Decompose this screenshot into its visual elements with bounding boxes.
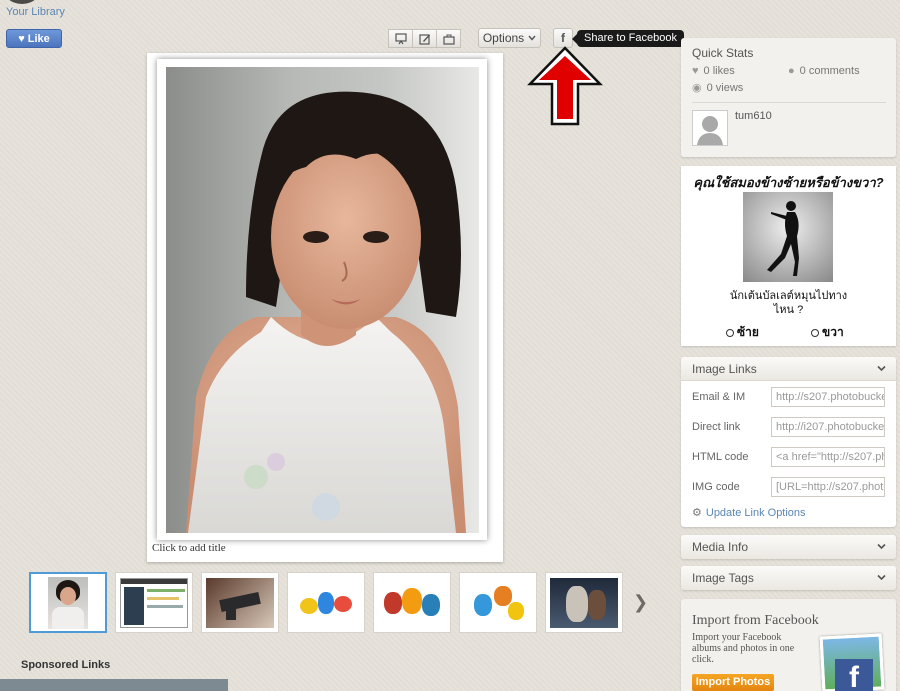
options-label: Options — [482, 31, 525, 45]
ad-option-left-label: ซ้าย — [737, 325, 759, 339]
thumbnail-2[interactable] — [115, 572, 193, 633]
main-photo[interactable] — [166, 67, 479, 533]
chevron-down-icon — [528, 35, 536, 41]
share-facebook-button[interactable]: f — [553, 28, 573, 48]
thumbnail-image — [206, 577, 274, 628]
import-facebook-title: Import from Facebook — [692, 613, 819, 628]
media-info-title: Media Info — [692, 540, 749, 554]
quick-stats-title: Quick Stats — [692, 46, 754, 60]
like-button[interactable]: ♥ Like — [6, 29, 62, 48]
sponsored-links-heading: Sponsored Links — [21, 659, 111, 671]
image-links-title: Image Links — [692, 362, 757, 376]
media-info-panel[interactable]: Media Info — [681, 535, 896, 559]
likes-count: 0 likes — [703, 65, 735, 77]
thumbnail-4[interactable] — [287, 572, 365, 633]
thumbnail-image — [550, 577, 618, 628]
update-link-options[interactable]: ⚙ Update Link Options — [692, 506, 806, 520]
comments-count: 0 comments — [799, 65, 860, 77]
photo-frame — [157, 59, 487, 540]
edit-button[interactable] — [412, 29, 437, 48]
comments-stat: ● 0 comments — [788, 65, 860, 77]
quick-stats-panel: Quick Stats ♥ 0 likes ● 0 comments ◉ 0 v… — [681, 38, 896, 157]
update-link-options-label: Update Link Options — [705, 506, 806, 519]
comment-icon: ● — [788, 65, 795, 77]
radio-icon — [811, 328, 819, 337]
import-facebook-description: Import your Facebook albums and photos i… — [692, 632, 795, 665]
heart-icon: ♥ — [692, 65, 699, 77]
dancer-silhouette-icon — [767, 201, 799, 276]
chevron-down-icon — [877, 574, 886, 581]
image-tags-title: Image Tags — [692, 571, 754, 585]
library-avatar[interactable] — [0, 0, 44, 4]
options-dropdown[interactable]: Options — [478, 28, 541, 48]
briefcase-icon — [442, 34, 455, 45]
thumbnail-image — [120, 577, 188, 628]
user-silhouette-icon — [697, 116, 723, 145]
thumbnail-strip — [29, 572, 623, 633]
html-code-field[interactable]: <a href="http://s207.ph — [771, 447, 885, 467]
image-tool-group — [388, 29, 461, 48]
views-count: 0 views — [706, 81, 744, 94]
thumbnail-5[interactable] — [373, 572, 451, 633]
ad-question: นักเต้นบัลเลต์หมุนไปทางไหน ? — [729, 290, 848, 316]
ad-option-left[interactable]: ซ้าย — [726, 323, 759, 342]
red-arrow-annotation — [527, 46, 603, 126]
thumbnail-image — [48, 576, 88, 629]
ad-image — [743, 192, 833, 282]
slideshow-icon — [394, 32, 407, 44]
edit-icon — [418, 33, 430, 45]
thumbnail-image — [292, 577, 360, 628]
direct-link-label: Direct link — [692, 421, 741, 433]
share-facebook-tooltip: Share to Facebook — [572, 30, 684, 47]
radio-icon — [726, 328, 734, 337]
photo-illustration — [186, 91, 466, 533]
likes-stat: ♥ 0 likes — [692, 65, 735, 77]
ad-option-right-label: ขวา — [822, 325, 844, 339]
username-link[interactable]: tum610 — [735, 110, 772, 122]
email-im-field[interactable]: http://s207.photobucket — [771, 387, 885, 407]
image-tags-panel[interactable]: Image Tags — [681, 566, 896, 590]
views-stat: ◉ 0 views — [692, 81, 744, 95]
img-code-field[interactable]: [URL=http://s207.photo — [771, 477, 885, 497]
thumbnail-3[interactable] — [201, 572, 279, 633]
import-facebook-panel: Import from Facebook Import your Faceboo… — [681, 599, 896, 691]
thumbnail-1[interactable] — [29, 572, 107, 633]
html-code-label: HTML code — [692, 451, 749, 463]
facebook-icon: f — [561, 31, 565, 45]
like-label: Like — [27, 32, 50, 45]
image-tags-header[interactable]: Image Tags — [681, 566, 896, 590]
thumbnail-7[interactable] — [545, 572, 623, 633]
thumbnail-next-arrow[interactable]: ❯ — [633, 592, 648, 613]
email-im-label: Email & IM — [692, 391, 746, 403]
thumbnail-image — [464, 577, 532, 628]
add-title-link[interactable]: Click to add title — [152, 542, 226, 554]
your-library-link[interactable]: Your Library — [6, 6, 65, 18]
eye-icon: ◉ — [692, 82, 702, 94]
media-info-header[interactable]: Media Info — [681, 535, 896, 559]
chevron-down-icon — [877, 543, 886, 550]
img-code-label: IMG code — [692, 481, 740, 493]
move-button[interactable] — [436, 29, 461, 48]
advertisement-panel[interactable]: คุณใช้สมองข้างซ้ายหรือข้างขวา? นักเต้นบั… — [681, 166, 896, 346]
import-photos-button[interactable]: Import Photos — [692, 674, 774, 691]
heart-icon: ♥ — [18, 32, 25, 45]
user-avatar[interactable] — [692, 110, 728, 146]
ad-option-right[interactable]: ขวา — [811, 323, 844, 342]
thumbnail-6[interactable] — [459, 572, 537, 633]
sponsored-bar — [0, 679, 228, 691]
image-links-panel: Image Links Email & IM http://s207.photo… — [681, 357, 896, 527]
facebook-logo-icon: f — [835, 659, 873, 691]
ad-title: คุณใช้สมองข้างซ้ายหรือข้างขวา? — [693, 175, 884, 190]
thumbnail-image — [378, 577, 446, 628]
photo-card: Click to add title — [147, 53, 503, 562]
image-links-header[interactable]: Image Links — [681, 357, 896, 381]
chevron-down-icon — [877, 365, 886, 372]
gear-icon: ⚙ — [692, 507, 702, 519]
stats-divider — [692, 102, 886, 103]
slideshow-button[interactable] — [388, 29, 413, 48]
direct-link-field[interactable]: http://i207.photobucket — [771, 417, 885, 437]
